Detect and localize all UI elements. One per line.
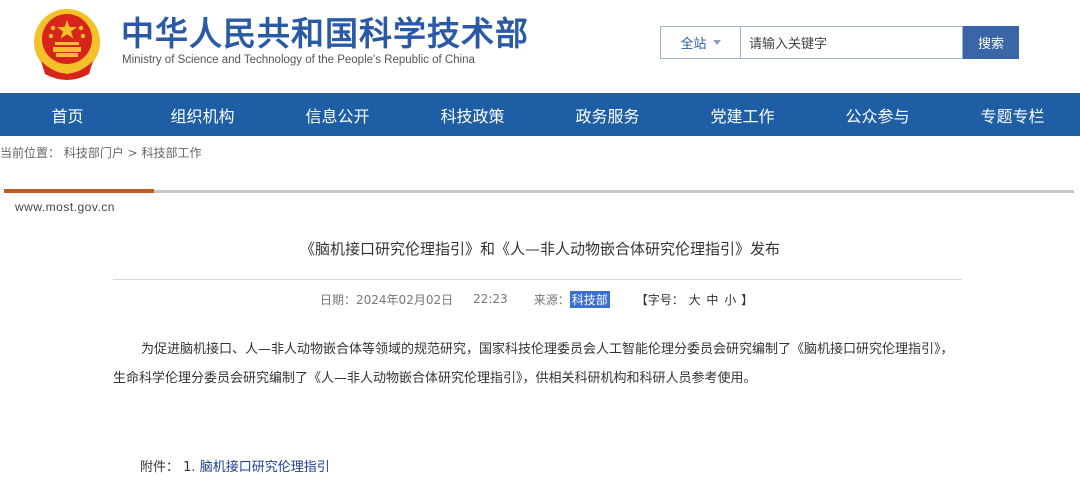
site-header: 中华人民共和国科学技术部 Ministry of Science and Tec… bbox=[0, 0, 1080, 93]
search-scope-select[interactable]: 全站 bbox=[660, 26, 740, 59]
section-bar bbox=[154, 190, 1074, 193]
font-size-large[interactable]: 大 bbox=[689, 293, 701, 307]
font-size-control: 【字号： 大 中 小 】 bbox=[636, 291, 753, 308]
search-input[interactable]: 请输入关键字 bbox=[740, 26, 963, 59]
breadcrumb-label: 当前位置： bbox=[0, 146, 61, 160]
search-bar: 全站 请输入关键字 搜索 bbox=[660, 26, 1019, 59]
font-size-small[interactable]: 小 bbox=[724, 293, 736, 307]
search-button[interactable]: 搜索 bbox=[963, 26, 1019, 59]
attachment-label: 附件： bbox=[140, 460, 180, 475]
article-title: 《脑机接口研究伦理指引》和《人—非人动物嵌合体研究伦理指引》发布 bbox=[299, 240, 780, 258]
chevron-down-icon bbox=[712, 40, 721, 45]
date-value: 2024年02月02日 bbox=[356, 292, 454, 307]
article-body: 为促进脑机接口、人—非人动物嵌合体等领域的规范研究，国家科技伦理委员会人工智能伦… bbox=[113, 342, 954, 386]
attachments: 附件： 1. 脑机接口研究伦理指引 bbox=[140, 456, 330, 475]
article-meta: 日期： 2024年02月02日 22:23 来源： 科技部 【字号： 大 中 小… bbox=[320, 290, 753, 308]
breadcrumb: 当前位置： 科技部门户 > 科技部工作 bbox=[0, 144, 202, 161]
site-title[interactable]: 中华人民共和国科学技术部 bbox=[121, 14, 529, 54]
site-subtitle: Ministry of Science and Technology of th… bbox=[122, 54, 475, 66]
title-divider bbox=[113, 279, 962, 280]
national-emblem-icon[interactable] bbox=[33, 6, 101, 80]
site-url: www.most.gov.cn bbox=[15, 200, 115, 214]
font-size-medium[interactable]: 中 bbox=[706, 293, 718, 307]
nav-item-organization[interactable]: 组织机构 bbox=[135, 93, 270, 136]
source-label: 来源： bbox=[533, 292, 570, 307]
search-scope-label: 全站 bbox=[680, 37, 707, 52]
main-nav: 首页 组织机构 信息公开 科技政策 政务服务 党建工作 公众参与 专题专栏 bbox=[0, 93, 1080, 136]
nav-item-policy[interactable]: 科技政策 bbox=[405, 93, 540, 136]
attachment-index: 1. bbox=[183, 460, 196, 475]
nav-item-topics[interactable]: 专题专栏 bbox=[945, 93, 1080, 136]
breadcrumb-separator: > bbox=[123, 146, 142, 160]
font-size-label: 【字号： bbox=[635, 292, 684, 307]
time-value: 22:23 bbox=[473, 292, 508, 306]
nav-item-public[interactable]: 公众参与 bbox=[810, 93, 945, 136]
section-bar-accent bbox=[4, 189, 154, 193]
font-size-end: 】 bbox=[741, 292, 754, 307]
nav-item-party[interactable]: 党建工作 bbox=[675, 93, 810, 136]
attachment-link[interactable]: 脑机接口研究伦理指引 bbox=[200, 460, 330, 475]
nav-item-home[interactable]: 首页 bbox=[0, 93, 135, 136]
date-label: 日期： bbox=[320, 292, 357, 307]
nav-item-information[interactable]: 信息公开 bbox=[270, 93, 405, 136]
breadcrumb-link-portal[interactable]: 科技部门户 bbox=[64, 146, 124, 160]
breadcrumb-link-work[interactable]: 科技部工作 bbox=[142, 146, 202, 160]
source-value: 科技部 bbox=[569, 290, 610, 308]
nav-item-services[interactable]: 政务服务 bbox=[540, 93, 675, 136]
